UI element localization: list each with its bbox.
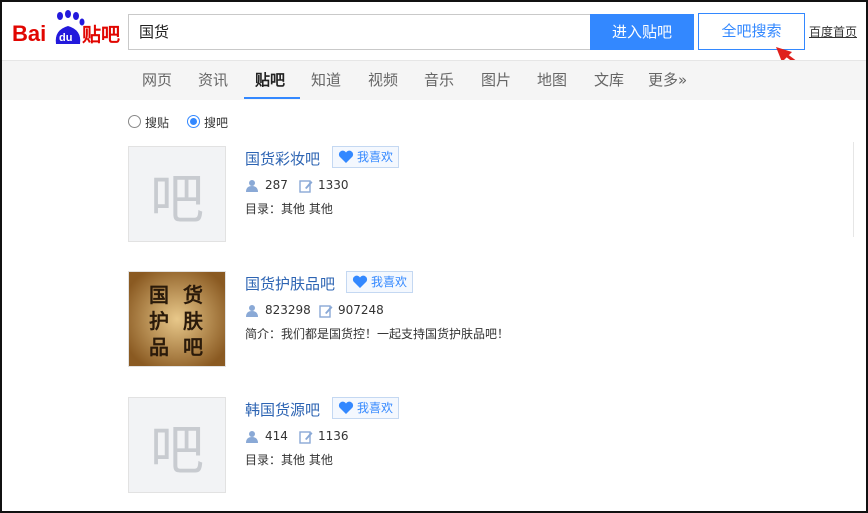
nav-item-webpage[interactable]: 网页 — [142, 69, 172, 90]
nav-item-news[interactable]: 资讯 — [198, 69, 228, 90]
logo-tieba-text: 贴吧 — [82, 24, 120, 46]
member-count: 287 — [265, 178, 288, 192]
baidu-home-link[interactable]: 百度首页 — [809, 23, 857, 40]
post-count: 1330 — [318, 178, 349, 192]
svg-text:品: 品 — [149, 335, 169, 359]
heart-icon — [352, 275, 368, 288]
nav-item-more[interactable]: 更多» — [648, 69, 687, 90]
user-icon — [246, 431, 258, 443]
svg-text:du: du — [59, 32, 72, 44]
svg-text:国: 国 — [149, 283, 169, 307]
bar-title-link[interactable]: 韩国货源吧 — [245, 399, 320, 420]
nav-item-image[interactable]: 图片 — [481, 69, 511, 90]
radio-search-posts-label[interactable]: 搜贴 — [145, 114, 169, 131]
logo-bai-text: Bai — [12, 21, 46, 46]
bar-description: 目录：其他 其他 — [245, 453, 333, 467]
edit-icon — [299, 431, 313, 444]
bar-thumbnail[interactable]: 吧 — [128, 146, 226, 242]
radio-search-posts[interactable] — [128, 115, 141, 128]
svg-text:货: 货 — [183, 283, 203, 307]
edit-icon — [319, 305, 333, 318]
heart-icon — [338, 150, 354, 163]
bar-thumbnail[interactable]: 国 货 护 肤 品 吧 — [128, 271, 226, 367]
user-icon — [246, 305, 258, 317]
like-button[interactable]: 我喜欢 — [332, 146, 400, 168]
tieba-logo[interactable]: Bai du 贴吧 — [12, 10, 120, 48]
result-item: 国 货 护 肤 品 吧 国货护肤品吧 我喜欢 823298 907248 简介：… — [128, 271, 728, 369]
heart-icon — [338, 401, 354, 414]
bar-description: 简介：我们都是国货控！一起支持国货护肤品吧！ — [245, 327, 510, 341]
like-label: 我喜欢 — [371, 275, 408, 289]
svg-text:护: 护 — [149, 309, 169, 333]
svg-text:肤: 肤 — [183, 309, 204, 333]
user-icon — [246, 180, 258, 192]
radio-search-bars-label[interactable]: 搜吧 — [204, 114, 228, 131]
nav-item-tieba[interactable]: 贴吧 — [255, 69, 285, 90]
result-item: 吧 国货彩妆吧 我喜欢 287 1330 目录：其他 其他 — [128, 146, 728, 244]
like-button[interactable]: 我喜欢 — [332, 397, 400, 419]
bar-title-link[interactable]: 国货护肤品吧 — [245, 273, 335, 294]
bar-thumbnail[interactable]: 吧 — [128, 397, 226, 493]
like-label: 我喜欢 — [357, 150, 394, 164]
nav-item-map[interactable]: 地图 — [537, 69, 567, 90]
active-tab-underline — [244, 97, 300, 99]
bar-title-link[interactable]: 国货彩妆吧 — [245, 148, 320, 169]
bar-avatar-image: 国 货 护 肤 品 吧 — [129, 272, 225, 366]
post-count: 907248 — [338, 303, 384, 317]
nav-item-zhidao[interactable]: 知道 — [311, 69, 341, 90]
enter-tieba-button[interactable]: 进入贴吧 — [590, 14, 694, 50]
search-input[interactable]: 国货 — [128, 14, 590, 50]
bar-description: 目录：其他 其他 — [245, 202, 333, 216]
member-count: 414 — [265, 429, 288, 443]
nav-item-music[interactable]: 音乐 — [424, 69, 454, 90]
like-label: 我喜欢 — [357, 401, 394, 415]
placeholder-thumb-text: 吧 — [150, 418, 204, 482]
post-count: 1136 — [318, 429, 349, 443]
category-nav: 网页 资讯 贴吧 知道 视频 音乐 图片 地图 文库 更多» — [2, 60, 866, 100]
paw-icon: du — [55, 10, 85, 44]
member-count: 823298 — [265, 303, 311, 317]
edit-icon — [299, 180, 313, 193]
placeholder-thumb-text: 吧 — [150, 167, 204, 231]
nav-item-wenku[interactable]: 文库 — [594, 69, 624, 90]
svg-text:吧: 吧 — [183, 335, 203, 359]
divider — [853, 142, 854, 237]
like-button[interactable]: 我喜欢 — [346, 271, 414, 293]
nav-item-video[interactable]: 视频 — [368, 69, 398, 90]
radio-search-bars[interactable] — [187, 115, 200, 128]
result-item: 吧 韩国货源吧 我喜欢 414 1136 目录：其他 其他 — [128, 397, 728, 495]
